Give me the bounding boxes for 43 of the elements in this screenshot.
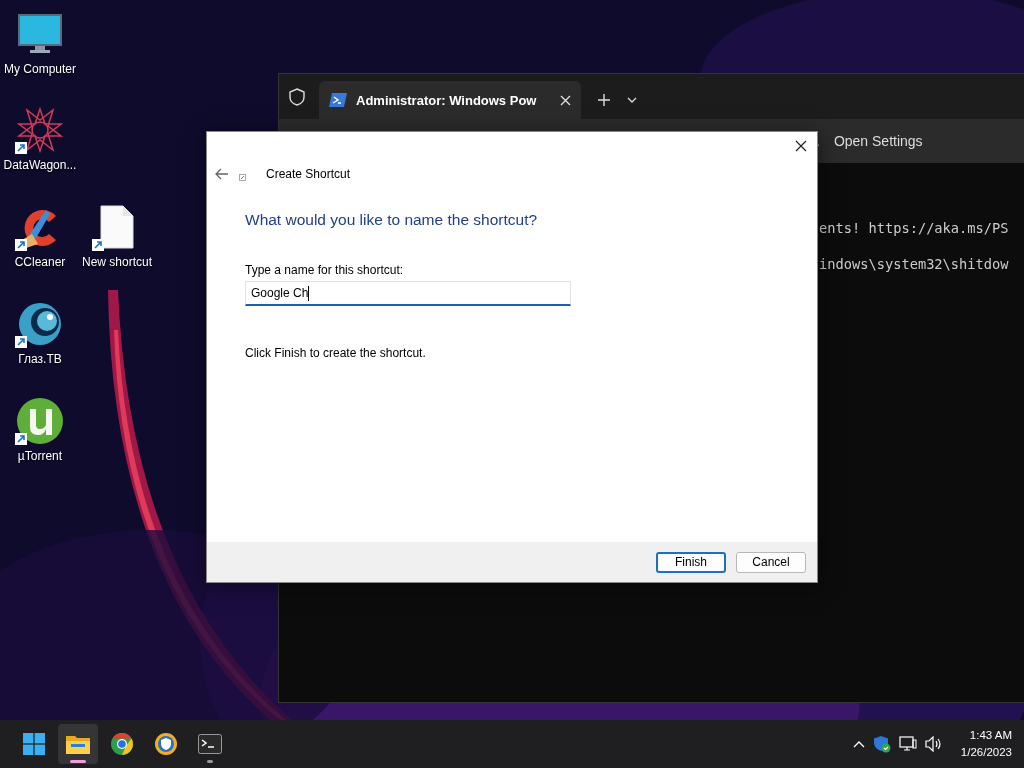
back-arrow-icon[interactable] — [215, 167, 229, 180]
terminal-line: ents! https://aka.ms/PS — [819, 220, 1010, 236]
clock-time: 1:43 AM — [969, 728, 1012, 743]
close-icon[interactable] — [795, 140, 807, 152]
folder-icon — [65, 733, 91, 755]
network-icon[interactable] — [898, 736, 917, 752]
torrent-icon — [16, 397, 64, 445]
dialog-button[interactable]: Cancel — [736, 551, 806, 573]
tab-title: Administrator: Windows Pow — [356, 92, 538, 108]
security-shield-icon[interactable] — [872, 735, 891, 753]
monitor-icon — [17, 13, 63, 55]
document-icon — [99, 204, 135, 250]
clock-date: 1/26/2023 — [960, 745, 1012, 760]
clock[interactable]: 1:43 AM 1/26/2023 — [960, 727, 1012, 761]
desktop-icon-label[interactable]: New shortcut — [82, 255, 152, 269]
dialog-heading: What would you like to name the shortcut? — [245, 211, 539, 229]
field-label: Type a name for this shortcut: — [245, 263, 405, 277]
terminal-line: indows\system32\shitdow — [819, 256, 1010, 272]
desktop-icon-label[interactable]: Глаз.ТВ — [18, 352, 62, 366]
desktop-icon-label[interactable]: My Computer — [4, 62, 76, 76]
shortcut-arrow-icon — [239, 174, 246, 181]
windows-logo-icon — [23, 733, 45, 755]
shield-icon[interactable] — [289, 88, 305, 106]
name-field[interactable]: Google Ch — [245, 281, 571, 306]
default-button[interactable]: Finish — [656, 551, 726, 573]
star-icon — [17, 107, 63, 153]
speaker-icon[interactable] — [924, 736, 943, 752]
desktop-icon-label[interactable]: CCleaner — [14, 255, 66, 269]
dialog-title: Create Shortcut — [266, 166, 351, 181]
terminal-tab[interactable]: Administrator: Windows Pow — [319, 81, 581, 119]
desktop-icon-label[interactable]: µTorrent — [17, 449, 63, 463]
open-settings-link[interactable]: Open Settings — [833, 133, 923, 149]
instruction-text: Click Finish to create the shortcut. — [245, 346, 427, 360]
terminal-icon — [198, 734, 222, 754]
shield-browser-icon — [154, 732, 178, 756]
powershell-icon — [329, 93, 347, 107]
chevron-up-icon[interactable] — [852, 740, 865, 748]
new-tab-icon[interactable] — [597, 93, 611, 107]
desktop-icon-label[interactable]: DataWagon... — [3, 158, 77, 172]
message-text: . — [816, 133, 820, 149]
taskbar-app-button[interactable] — [58, 724, 98, 764]
browser-icon — [110, 732, 134, 756]
crescent-icon — [17, 301, 63, 347]
